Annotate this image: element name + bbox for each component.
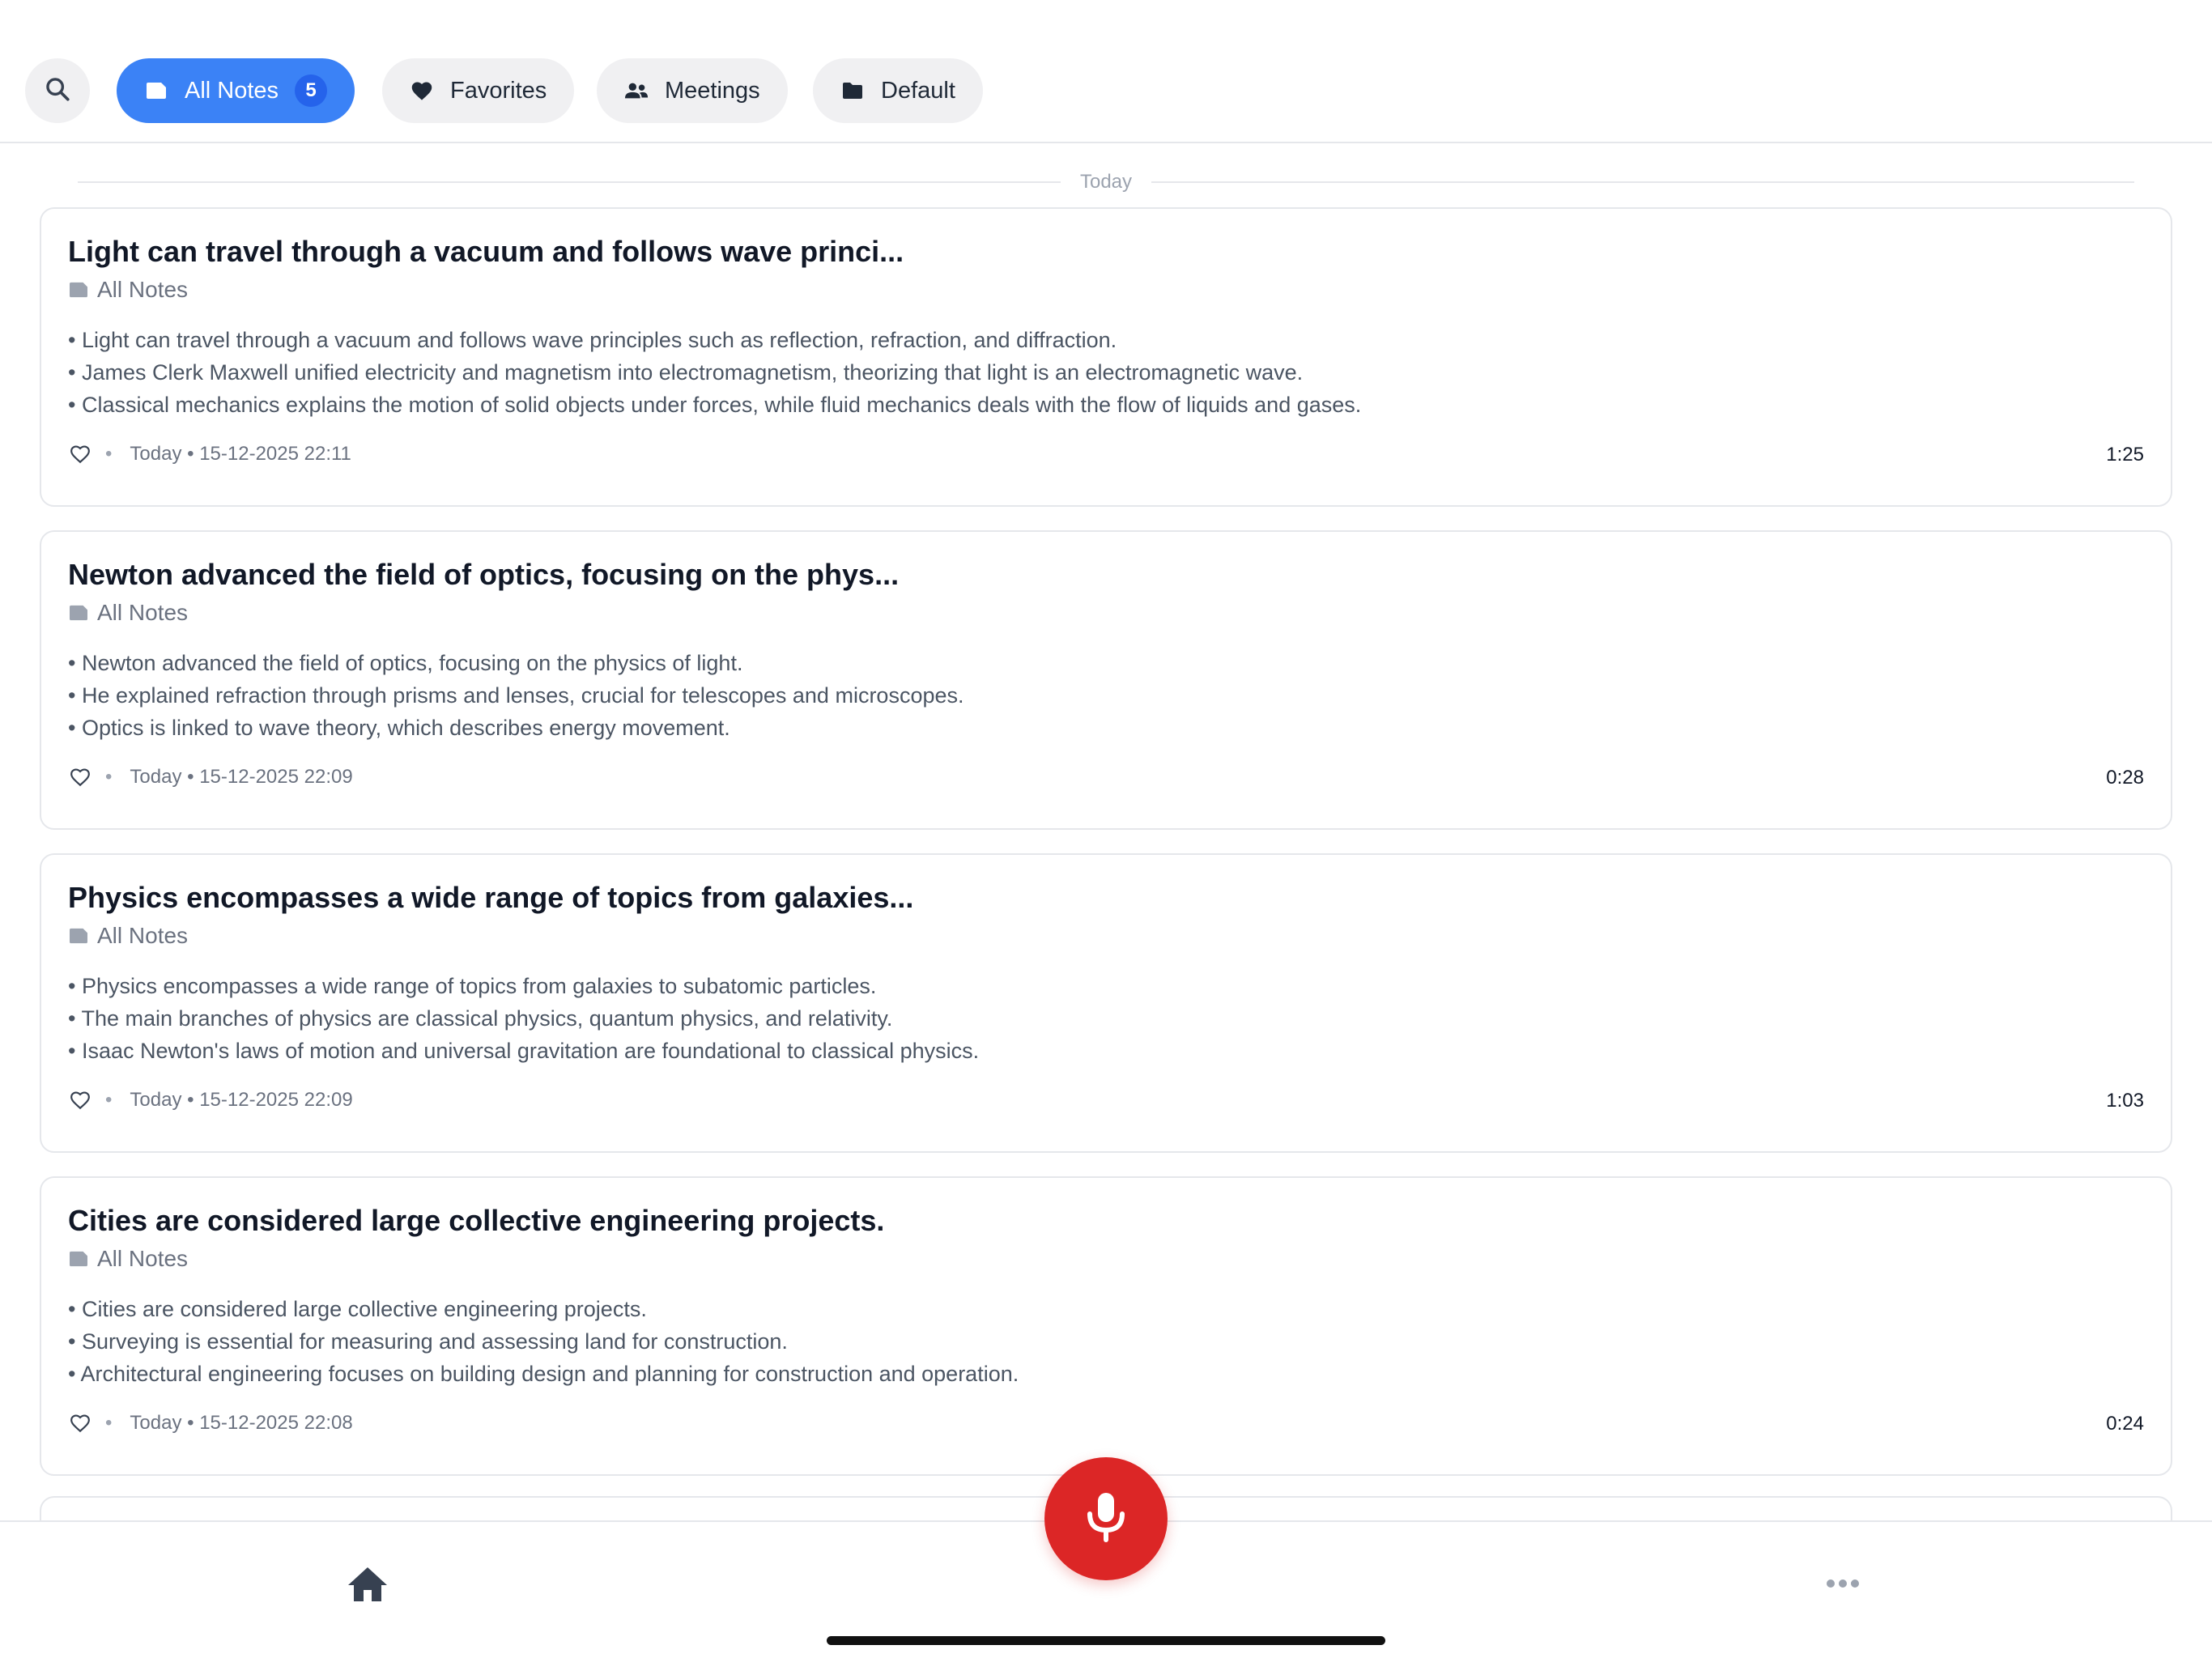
note-summary: • Physics encompasses a wide range of to… bbox=[68, 970, 979, 1067]
record-button[interactable] bbox=[1044, 1457, 1168, 1580]
meta-separator: • bbox=[105, 766, 113, 788]
notes-app: All Notes 5 Favorites Meetings Default T… bbox=[0, 0, 2212, 1658]
note-folder: All Notes bbox=[68, 277, 188, 303]
note-summary: • Cities are considered large collective… bbox=[68, 1293, 1019, 1390]
note-card[interactable]: Light can travel through a vacuum and fo… bbox=[40, 207, 2172, 507]
note-title: Newton advanced the field of optics, foc… bbox=[68, 558, 900, 591]
note-title: Physics encompasses a wide range of topi… bbox=[68, 881, 914, 914]
section-divider-today: Today bbox=[78, 170, 2135, 194]
note-bullet: • He explained refraction through prisms… bbox=[68, 683, 964, 708]
note-bullet: • Cities are considered large collective… bbox=[68, 1297, 647, 1321]
favorite-heart-icon[interactable] bbox=[68, 1411, 92, 1435]
search-icon bbox=[44, 75, 71, 107]
chip-label: Default bbox=[881, 77, 955, 104]
note-bullet: • Isaac Newton's laws of motion and univ… bbox=[68, 1039, 980, 1063]
note-folder: All Notes bbox=[68, 923, 188, 949]
tag-icon bbox=[68, 604, 89, 622]
meta-separator: • bbox=[105, 1089, 113, 1111]
note-card[interactable]: Physics encompasses a wide range of topi… bbox=[40, 853, 2172, 1153]
note-bullet: • Light can travel through a vacuum and … bbox=[68, 328, 1117, 352]
filter-chip-meetings[interactable]: Meetings bbox=[597, 58, 788, 123]
filter-chip-default[interactable]: Default bbox=[813, 58, 983, 123]
tag-icon bbox=[68, 1250, 89, 1268]
home-indicator[interactable] bbox=[827, 1636, 1385, 1645]
note-bullet: • The main branches of physics are class… bbox=[68, 1006, 893, 1031]
note-title: Light can travel through a vacuum and fo… bbox=[68, 235, 904, 268]
note-card[interactable]: Newton advanced the field of optics, foc… bbox=[40, 530, 2172, 830]
note-meta: • Today • 15-12-2025 22:09 bbox=[68, 1088, 353, 1112]
tag-icon bbox=[144, 79, 168, 103]
note-title: Cities are considered large collective e… bbox=[68, 1204, 885, 1237]
chip-label: All Notes bbox=[185, 77, 279, 104]
note-bullet: • James Clerk Maxwell unified electricit… bbox=[68, 360, 1304, 385]
note-bullet: • Classical mechanics explains the motio… bbox=[68, 393, 1362, 417]
more-icon bbox=[1827, 1579, 1835, 1588]
tag-icon bbox=[68, 927, 89, 945]
note-meta: • Today • 15-12-2025 22:09 bbox=[68, 765, 353, 789]
filter-chip-all-notes[interactable]: All Notes 5 bbox=[117, 58, 355, 123]
chip-label: Favorites bbox=[450, 77, 547, 104]
note-folder-label: All Notes bbox=[97, 1246, 189, 1271]
search-button[interactable] bbox=[25, 58, 90, 123]
tag-icon bbox=[68, 281, 89, 299]
favorite-heart-icon[interactable] bbox=[68, 442, 92, 466]
note-duration: 1:25 bbox=[2106, 444, 2144, 466]
note-folder: All Notes bbox=[68, 600, 188, 626]
note-duration: 0:24 bbox=[2106, 1413, 2144, 1435]
people-icon bbox=[624, 79, 649, 103]
heart-icon bbox=[410, 79, 434, 103]
section-label: Today bbox=[1079, 171, 1133, 193]
note-duration: 0:28 bbox=[2106, 767, 2144, 789]
note-folder: All Notes bbox=[68, 1246, 188, 1272]
note-bullet: • Physics encompasses a wide range of to… bbox=[68, 974, 877, 998]
filter-bar: All Notes 5 Favorites Meetings Default bbox=[0, 0, 2212, 143]
more-button[interactable] bbox=[1827, 1579, 1859, 1588]
note-timestamp: Today • 15-12-2025 22:11 bbox=[130, 443, 351, 465]
home-tab-button[interactable] bbox=[347, 1566, 389, 1603]
note-duration: 1:03 bbox=[2106, 1090, 2144, 1112]
note-bullet: • Optics is linked to wave theory, which… bbox=[68, 716, 730, 740]
note-folder-label: All Notes bbox=[97, 600, 189, 625]
favorite-heart-icon[interactable] bbox=[68, 1088, 92, 1112]
note-meta: • Today • 15-12-2025 22:08 bbox=[68, 1411, 353, 1435]
note-bullet: • Architectural engineering focuses on b… bbox=[68, 1362, 1019, 1386]
note-timestamp: Today • 15-12-2025 22:09 bbox=[130, 1089, 353, 1111]
note-summary: • Newton advanced the field of optics, f… bbox=[68, 647, 964, 744]
home-icon bbox=[347, 1567, 389, 1606]
note-meta: • Today • 15-12-2025 22:11 bbox=[68, 442, 351, 466]
note-folder-label: All Notes bbox=[97, 277, 189, 302]
note-card[interactable]: Cities are considered large collective e… bbox=[40, 1176, 2172, 1476]
note-timestamp: Today • 15-12-2025 22:08 bbox=[130, 1412, 353, 1434]
divider-line bbox=[1151, 181, 2135, 183]
meta-separator: • bbox=[105, 443, 113, 465]
chip-label: Meetings bbox=[665, 77, 760, 104]
filter-chip-favorites[interactable]: Favorites bbox=[382, 58, 575, 123]
folder-icon bbox=[840, 79, 865, 103]
note-folder-label: All Notes bbox=[97, 923, 189, 948]
note-bullet: • Surveying is essential for measuring a… bbox=[68, 1329, 788, 1354]
note-timestamp: Today • 15-12-2025 22:09 bbox=[130, 766, 353, 788]
divider-line bbox=[78, 181, 1061, 183]
note-bullet: • Newton advanced the field of optics, f… bbox=[68, 651, 743, 675]
favorite-heart-icon[interactable] bbox=[68, 765, 92, 789]
microphone-icon bbox=[1083, 1491, 1129, 1547]
notes-count-badge: 5 bbox=[295, 74, 328, 107]
note-summary: • Light can travel through a vacuum and … bbox=[68, 324, 1361, 421]
meta-separator: • bbox=[105, 1412, 113, 1434]
